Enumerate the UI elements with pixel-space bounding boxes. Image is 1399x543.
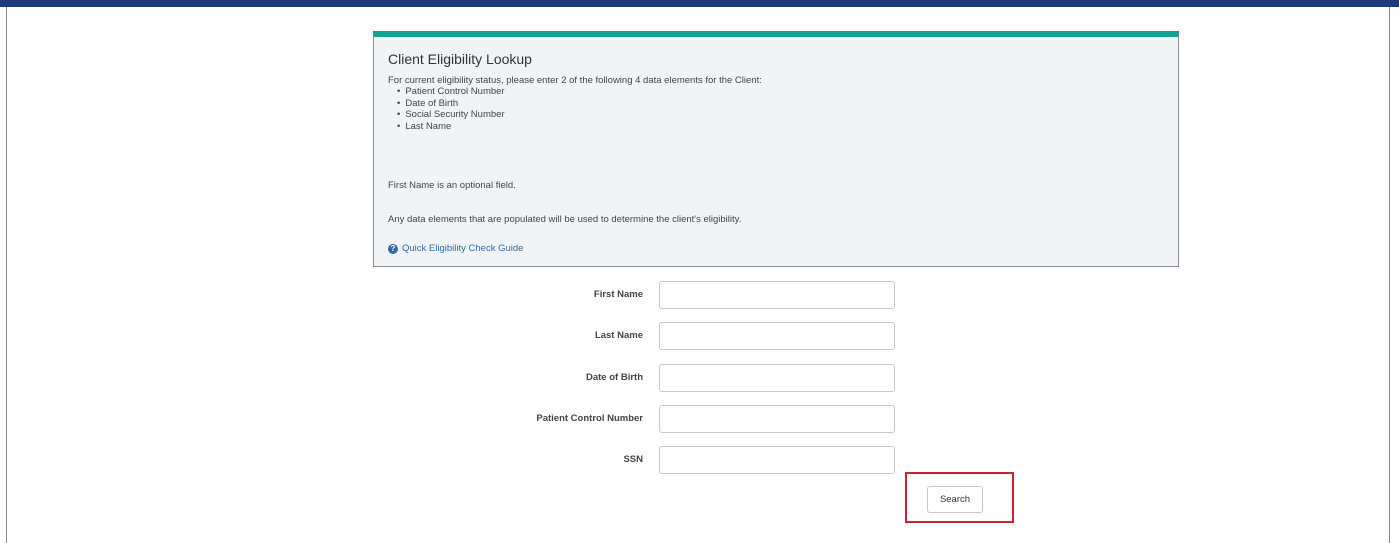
first-name-label: First Name <box>593 289 643 300</box>
form-row-last-name: Last Name <box>450 322 898 352</box>
first-name-input[interactable] <box>659 281 895 309</box>
list-item: Last Name <box>397 121 1164 133</box>
quick-eligibility-guide-link[interactable]: ? Quick Eligibility Check Guide <box>388 243 523 254</box>
form-row-date-of-birth: Date of Birth <box>450 364 898 394</box>
ssn-input[interactable] <box>659 446 895 474</box>
list-item: Patient Control Number <box>397 86 1164 98</box>
form-row-ssn: SSN <box>450 446 898 476</box>
date-of-birth-input[interactable] <box>659 364 895 392</box>
ssn-label: SSN <box>623 454 643 465</box>
populated-elements-note: Any data elements that are populated wil… <box>388 214 742 225</box>
patient-control-number-label: Patient Control Number <box>536 413 643 424</box>
form-row-first-name: First Name <box>450 281 898 311</box>
panel-intro: For current eligibility status, please e… <box>388 75 762 86</box>
date-of-birth-label: Date of Birth <box>586 372 643 383</box>
last-name-input[interactable] <box>659 322 895 350</box>
list-item: Social Security Number <box>397 109 1164 121</box>
optional-field-note: First Name is an optional field. <box>388 180 516 191</box>
data-elements-list: Patient Control Number Date of Birth Soc… <box>388 86 1164 132</box>
question-circle-icon: ? <box>388 243 398 254</box>
eligibility-info-panel: Client Eligibility Lookup For current el… <box>373 31 1179 267</box>
patient-control-number-input[interactable] <box>659 405 895 433</box>
panel-title: Client Eligibility Lookup <box>388 51 532 67</box>
top-header-bar <box>0 0 1399 7</box>
last-name-label: Last Name <box>594 330 643 341</box>
form-row-patient-control-number: Patient Control Number <box>450 405 898 435</box>
list-item: Date of Birth <box>397 98 1164 110</box>
guide-link-label: Quick Eligibility Check Guide <box>402 243 524 254</box>
search-button[interactable]: Search <box>927 486 983 513</box>
